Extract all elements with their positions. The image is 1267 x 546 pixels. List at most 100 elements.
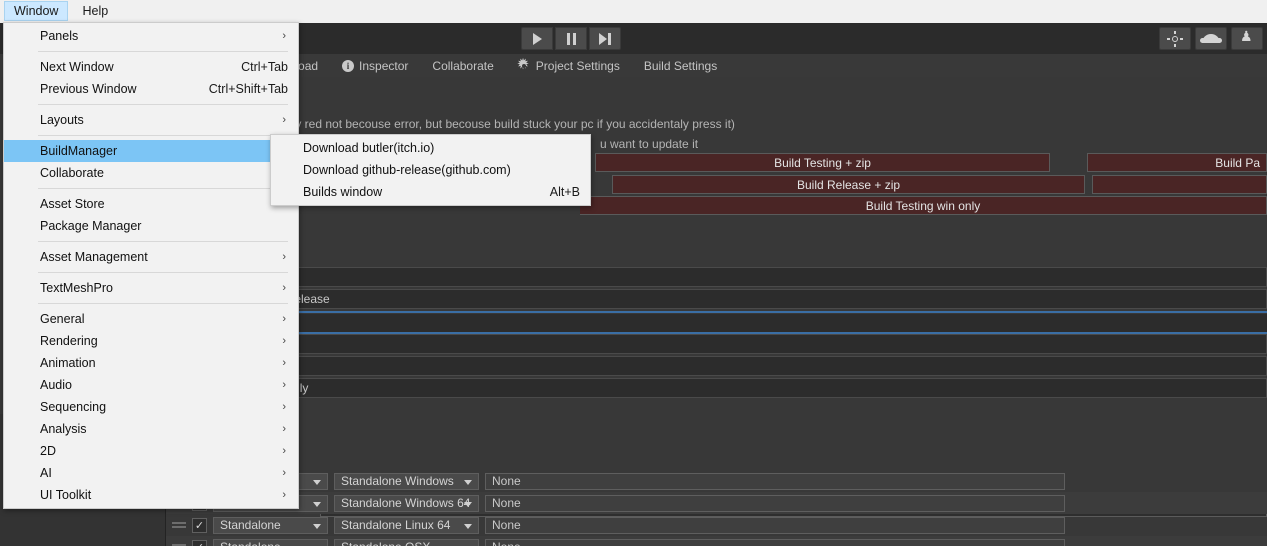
step-button[interactable] [589,27,621,50]
menu-item-sequencing[interactable]: Sequencing › [4,396,298,418]
platform-dropdown-value: Standalone [220,518,281,532]
menu-item-label: Collaborate [40,166,104,180]
build-package-button[interactable]: Build Pa [1087,153,1267,172]
submenu-item-builds-window[interactable]: Builds window Alt+B [271,181,590,203]
platform-dropdown[interactable]: Standalone [213,538,328,546]
build-release-zip-button[interactable]: Build Release + zip [612,175,1085,194]
subtarget-field[interactable]: None [485,472,1065,490]
menu-item-label: Asset Store [40,197,105,211]
table-row[interactable]: ✓ one Standalone Windows None [166,470,1267,492]
submenu-item-download-github-release[interactable]: Download github-release(github.com) [271,159,590,181]
table-row[interactable]: ✓ Standalone Standalone Windows 64 None [166,492,1267,514]
menu-item-label: TextMeshPro [40,281,113,295]
menu-item-label: Asset Management [40,250,148,264]
menu-item-label: Next Window [40,60,114,74]
menu-separator [38,135,288,136]
menu-item-label: BuildManager [40,144,118,158]
menu-item-general[interactable]: General › [4,308,298,330]
row-zip-2[interactable]: + zip [258,334,1267,354]
chevron-right-icon: › [282,423,286,435]
menu-item-buildmanager[interactable]: BuildManager › [4,140,298,162]
menu-item-package-manager[interactable]: Package Manager [4,215,298,237]
menu-item-textmeshpro[interactable]: TextMeshPro › [4,277,298,299]
target-dropdown[interactable]: Standalone Windows 64 [334,494,479,512]
tab-project-settings[interactable]: Project Settings [506,55,632,73]
chevron-down-icon [313,479,321,485]
cloud-button[interactable] [1195,27,1227,50]
menu-item-label: Sequencing [40,400,107,414]
menu-item-animation[interactable]: Animation › [4,352,298,374]
menu-item-label: Panels [40,29,79,43]
menu-item-previous-window[interactable]: Previous Window Ctrl+Shift+Tab [4,78,298,100]
tab-build-settings[interactable]: Build Settings [632,59,729,73]
menu-item-2d[interactable]: 2D › [4,440,298,462]
chevron-right-icon: › [282,251,286,263]
build-testing-zip-button[interactable]: Build Testing + zip [595,153,1050,172]
row-blue-band[interactable] [258,314,1267,332]
chevron-right-icon: › [282,282,286,294]
target-dropdown[interactable]: Standalone Linux 64 [334,516,479,534]
row-local-release[interactable]: ocal release [258,289,1267,309]
table-row[interactable]: ✓ Standalone Standalone OSX None [166,536,1267,546]
menu-item-next-window[interactable]: Next Window Ctrl+Tab [4,56,298,78]
menu-item-collaborate[interactable]: Collaborate [4,162,298,184]
row-win-only[interactable]: win only [258,378,1267,398]
menu-item-ai[interactable]: AI › [4,462,298,484]
chevron-right-icon: › [282,445,286,457]
drag-handle-icon[interactable] [172,522,186,524]
menu-item-rendering[interactable]: Rendering › [4,330,298,352]
tab-inspector-label: Inspector [359,58,409,73]
tab-collaborate[interactable]: Collaborate [420,59,505,73]
row-checkbox[interactable]: ✓ [192,539,207,546]
menu-item-analysis[interactable]: Analysis › [4,418,298,440]
row-full[interactable]: full [258,356,1267,376]
target-dropdown[interactable]: Standalone OSX [334,538,479,546]
menu-item-label: Package Manager [40,219,142,233]
tab-inspector[interactable]: i Inspector [330,59,420,73]
step-icon [599,32,611,45]
chevron-right-icon: › [282,379,286,391]
chevron-right-icon: › [282,114,286,126]
note-warning: ce(they red not becouse error, but becou… [262,117,735,131]
account-icon [1239,28,1255,47]
menu-separator [38,241,288,242]
info-icon: i [342,59,355,72]
chevron-right-icon: › [282,313,286,325]
menu-item-shortcut: Ctrl+Shift+Tab [208,82,288,96]
play-button[interactable] [521,27,553,50]
menubar-item-window[interactable]: Window [4,1,69,21]
account-button[interactable] [1231,27,1263,50]
pause-button[interactable] [555,27,587,50]
target-dropdown[interactable]: Standalone Windows [334,472,479,490]
lighting-button[interactable] [1159,27,1191,50]
table-row[interactable]: ✓ Standalone Standalone Linux 64 None [166,514,1267,536]
menu-item-layouts[interactable]: Layouts › [4,109,298,131]
menu-item-asset-management[interactable]: Asset Management › [4,246,298,268]
menu-item-ui-toolkit[interactable]: UI Toolkit › [4,484,298,506]
divider-blue-top [258,311,1267,313]
menu-separator [38,104,288,105]
row-zip-1[interactable]: + zip [258,267,1267,287]
submenu-item-shortcut: Alt+B [549,185,580,199]
build-testing-win-only-button[interactable]: Build Testing win only [580,196,1267,215]
menu-separator [38,272,288,273]
submenu-item-download-butler[interactable]: Download butler(itch.io) [271,137,590,159]
menu-item-label: General [40,312,85,326]
menubar-item-help[interactable]: Help [72,1,118,21]
menu-item-audio[interactable]: Audio › [4,374,298,396]
subtarget-field[interactable]: None [485,538,1065,546]
tab-collaborate-label: Collaborate [432,58,494,73]
row-checkbox[interactable]: ✓ [192,517,207,533]
menu-item-panels[interactable]: Panels › [4,25,298,47]
subtarget-field[interactable]: None [485,494,1065,512]
note-update: u want to update it [600,137,699,151]
chevron-down-icon [464,479,472,485]
platform-dropdown[interactable]: Standalone [213,516,328,534]
build-row2-right-button[interactable] [1092,175,1267,194]
menu-item-label: AI [40,466,52,480]
subtarget-field[interactable]: None [485,516,1065,534]
chevron-down-icon [464,523,472,529]
buildmanager-submenu: Download butler(itch.io) Download github… [270,134,591,206]
cloud-icon [1200,34,1222,43]
menu-item-asset-store[interactable]: Asset Store [4,193,298,215]
